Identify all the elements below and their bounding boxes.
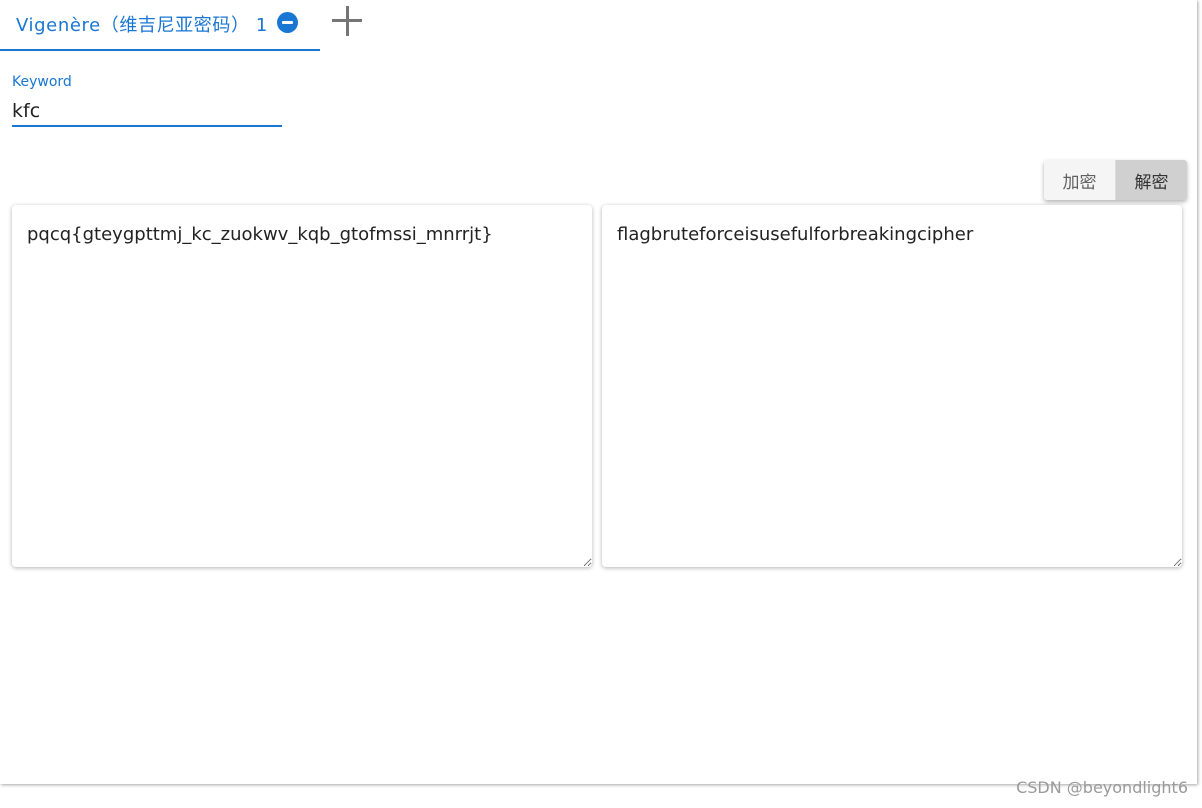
input-textarea[interactable]: pqcq{gteygpttmj_kc_zuokwv_kqb_gtofmssi_m… (12, 205, 592, 567)
output-textarea[interactable]: flagbruteforceisusefulforbreakingcipher (602, 205, 1182, 567)
keyword-label: Keyword (12, 74, 72, 90)
tab-vigenere[interactable]: Vigenère（维吉尼亚密码） 1 (0, 0, 320, 51)
main-panel: Vigenère（维吉尼亚密码） 1 Keyword 加密 解密 pqcq{gt… (0, 0, 1197, 784)
keyword-input[interactable] (12, 96, 282, 127)
mode-toggle: 加密 解密 (1044, 160, 1187, 200)
output-card: flagbruteforceisusefulforbreakingcipher (602, 205, 1182, 567)
decrypt-button[interactable]: 解密 (1115, 160, 1187, 200)
encrypt-button[interactable]: 加密 (1044, 160, 1115, 200)
watermark: CSDN @beyondlight6 (1016, 778, 1188, 797)
keyword-field: Keyword (12, 72, 282, 128)
input-card: pqcq{gteygpttmj_kc_zuokwv_kqb_gtofmssi_m… (12, 205, 592, 567)
plus-icon[interactable] (330, 4, 364, 38)
tab-label: Vigenère（维吉尼亚密码） 1 (16, 15, 268, 36)
minus-circle-icon[interactable] (277, 12, 298, 33)
